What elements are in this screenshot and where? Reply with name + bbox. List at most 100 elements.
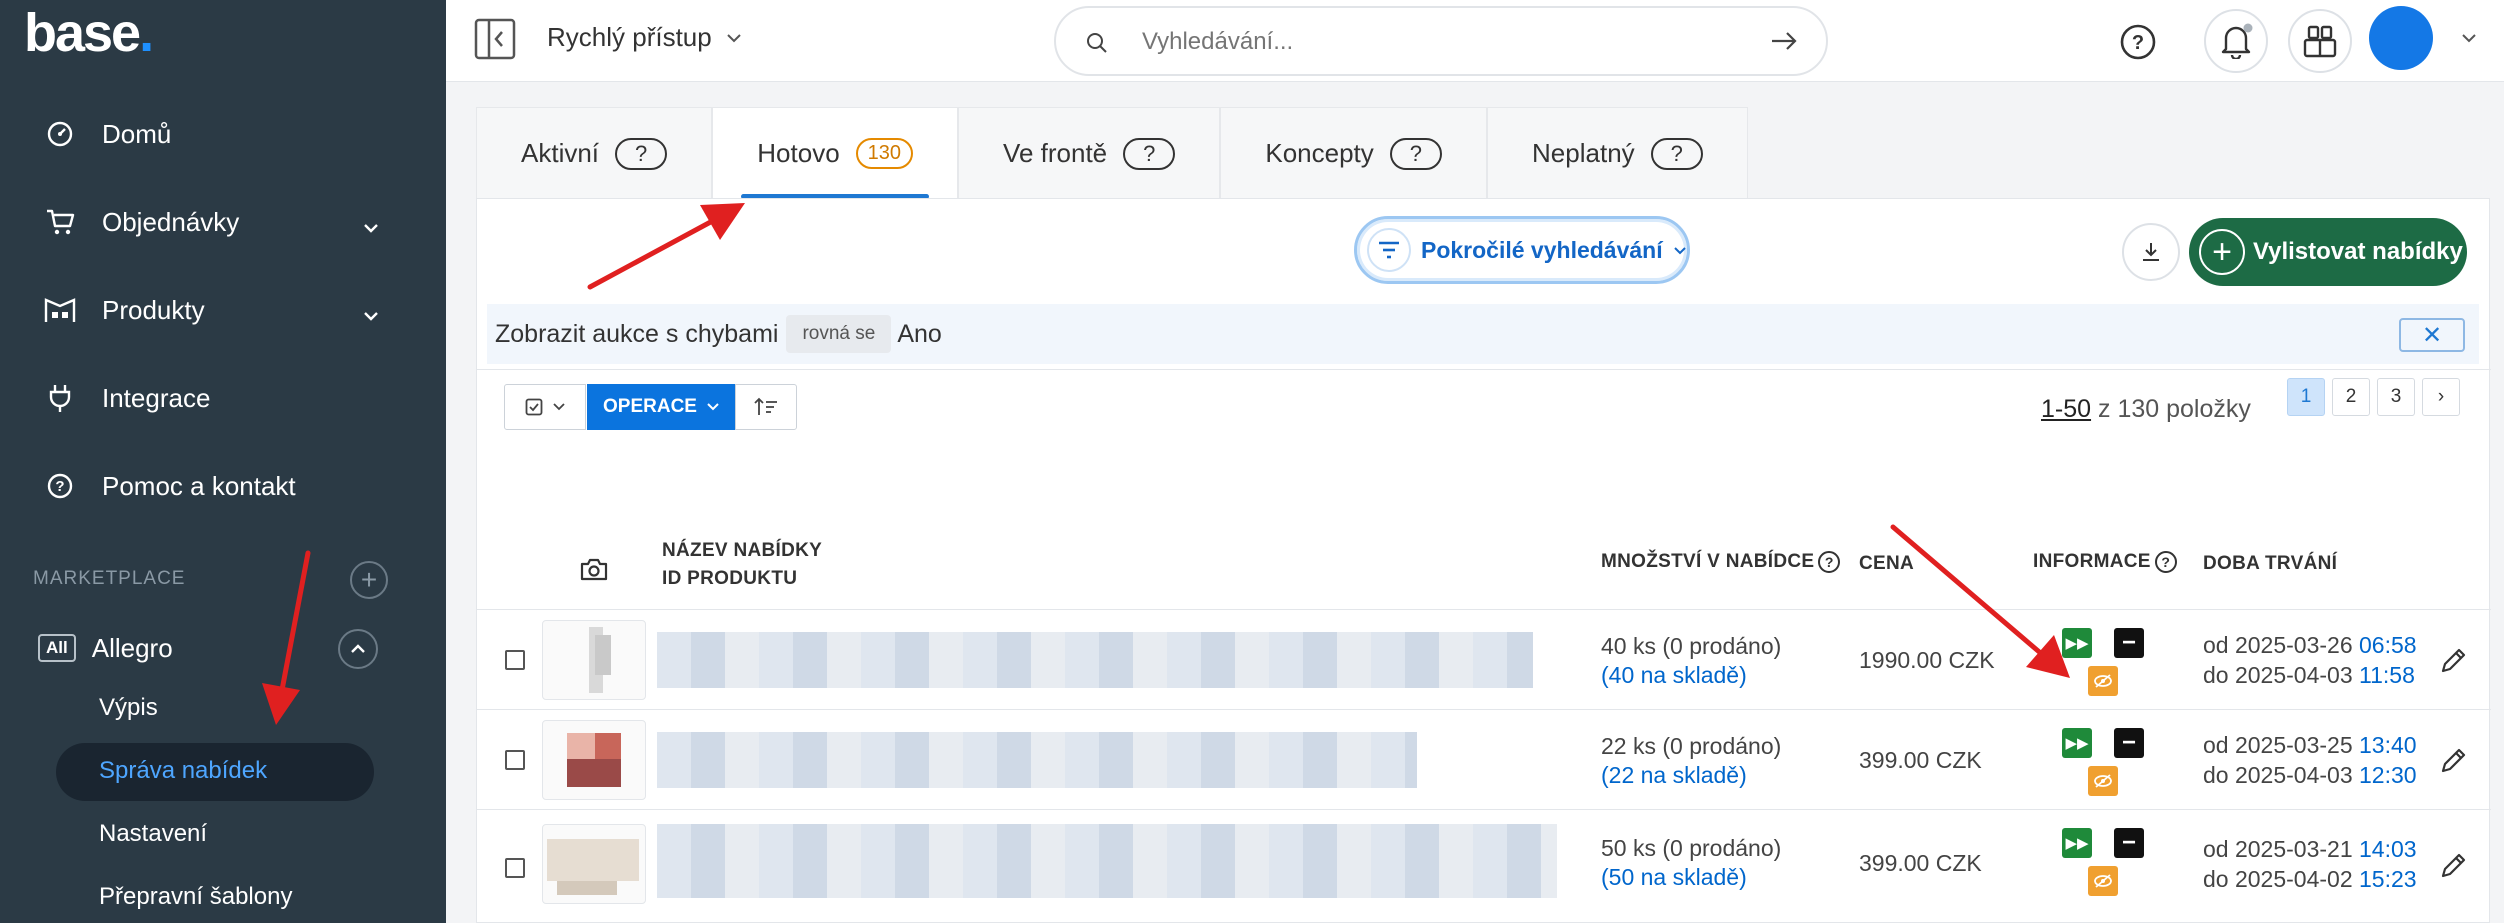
camera-icon: [580, 558, 608, 581]
search-input[interactable]: [1142, 24, 1702, 60]
tab-count-badge[interactable]: ?: [1123, 137, 1176, 170]
tab-label: Aktivní: [521, 138, 600, 168]
sidebar-item-settings[interactable]: Nastavení: [99, 820, 207, 848]
sidebar-item-listing[interactable]: Výpis: [99, 694, 158, 722]
remove-filter-button[interactable]: ✕: [2399, 318, 2465, 352]
minus-icon[interactable]: −: [2114, 728, 2144, 758]
quantity-cell: 22 ks (0 prodáno) (22 na skladě): [1601, 732, 1781, 790]
nav-item-home[interactable]: Domů: [40, 104, 380, 164]
quantity-text: 22 ks (0 prodáno): [1601, 733, 1782, 759]
status-tabs: Aktivní ? Hotovo 130 Ve frontě ? Koncept…: [476, 107, 1748, 199]
end-date: do 2025-04-03: [2203, 662, 2353, 688]
eye-off-icon[interactable]: [2088, 666, 2118, 696]
page-button-1[interactable]: 1: [2287, 378, 2325, 416]
add-marketplace-button[interactable]: +: [350, 561, 388, 599]
base-logo[interactable]: base.: [24, 2, 154, 64]
fast-forward-icon[interactable]: ▶▶: [2062, 728, 2092, 758]
fast-forward-icon[interactable]: ▶▶: [2062, 828, 2092, 858]
end-date: do 2025-04-03: [2203, 762, 2353, 788]
tab-done[interactable]: Hotovo 130: [712, 107, 959, 199]
warehouse-icon: [40, 290, 80, 330]
help-icon[interactable]: ?: [2154, 551, 2177, 573]
tab-count-badge[interactable]: ?: [1650, 137, 1703, 170]
user-avatar[interactable]: [2369, 6, 2433, 70]
toggle-sidebar-button[interactable]: [474, 18, 516, 60]
marketplace-section-label: MARKETPLACE: [33, 568, 186, 589]
tab-count-badge[interactable]: ?: [615, 137, 668, 170]
sidebar-item-shipping-templates[interactable]: Přepravní šablony: [99, 883, 292, 911]
table-row[interactable]: 40 ks (0 prodáno) (40 na skladě) 1990.00…: [477, 610, 2491, 710]
start-time: 13:40: [2359, 732, 2417, 758]
page-button-3[interactable]: 3: [2377, 378, 2415, 416]
help-icon[interactable]: ?: [1818, 551, 1841, 573]
product-thumbnail[interactable]: [542, 720, 646, 800]
fast-forward-icon[interactable]: ▶▶: [2062, 628, 2092, 658]
help-button[interactable]: ?: [2112, 16, 2164, 68]
eye-off-icon[interactable]: [2088, 766, 2118, 796]
header-qty-label: MNOŽSTVÍ V NABÍDCE: [1601, 551, 1815, 573]
modules-button[interactable]: [2288, 9, 2352, 73]
collapse-allegro-button[interactable]: [338, 629, 378, 669]
tab-drafts[interactable]: Koncepty ?: [1220, 107, 1488, 199]
row-checkbox[interactable]: [505, 650, 525, 670]
chevron-down-icon[interactable]: [362, 298, 380, 329]
duration-cell: od 2025-03-26 06:58 do 2025-04-03 11:58: [2203, 630, 2417, 690]
info-cell: ▶▶ −: [2062, 628, 2144, 698]
stock-link[interactable]: (22 na skladě): [1601, 761, 1781, 790]
quantity-cell: 50 ks (0 prodáno) (50 na skladě): [1601, 834, 1781, 892]
offer-name-redacted[interactable]: [657, 732, 1417, 788]
minus-icon[interactable]: −: [2114, 828, 2144, 858]
select-all-dropdown[interactable]: [504, 384, 586, 430]
minus-icon[interactable]: −: [2114, 628, 2144, 658]
notifications-button[interactable]: [2204, 9, 2268, 73]
sidebar-item-offer-management[interactable]: Správa nabídek: [99, 757, 267, 785]
download-button[interactable]: [2122, 223, 2180, 281]
column-header-info[interactable]: INFORMACE?: [2033, 551, 2177, 573]
sidebar: base. Domů Objednávky Produkty Integrace…: [0, 0, 446, 923]
tab-queue[interactable]: Ve frontě ?: [958, 107, 1221, 199]
next-page-button[interactable]: ›: [2422, 378, 2460, 416]
offer-name-redacted[interactable]: [657, 632, 1533, 688]
list-offers-button[interactable]: + Vylistovat nabídky: [2189, 218, 2467, 286]
eye-off-icon[interactable]: [2088, 866, 2118, 896]
quick-access-dropdown[interactable]: Rychlý přístup: [547, 22, 742, 53]
tab-active[interactable]: Aktivní ?: [476, 107, 713, 199]
column-header-price[interactable]: CENA: [1859, 553, 1914, 575]
row-checkbox[interactable]: [505, 750, 525, 770]
nav-item-integrations[interactable]: Integrace: [40, 368, 380, 428]
column-header-duration[interactable]: DOBA TRVÁNÍ: [2203, 553, 2337, 575]
filter-operator: rovná se: [786, 315, 892, 353]
nav-item-products[interactable]: Produkty: [40, 280, 380, 340]
stock-link[interactable]: (50 na skladě): [1601, 863, 1781, 892]
pagination-range[interactable]: 1-50: [2041, 395, 2091, 423]
allegro-account[interactable]: All Allegro: [38, 630, 173, 666]
svg-text:?: ?: [55, 478, 64, 495]
duration-cell: od 2025-03-25 13:40 do 2025-04-03 12:30: [2203, 730, 2417, 790]
column-header-name[interactable]: NÁZEV NABÍDKY ID PRODUKTU: [662, 537, 822, 593]
tab-count-badge[interactable]: ?: [1389, 137, 1443, 170]
checkbox-icon: [525, 398, 543, 416]
product-thumbnail[interactable]: [542, 824, 646, 904]
quantity-text: 50 ks (0 prodáno): [1601, 835, 1782, 861]
table-row[interactable]: 22 ks (0 prodáno) (22 na skladě) 399.00 …: [477, 710, 2491, 810]
chevron-down-icon[interactable]: [362, 210, 380, 241]
page-button-2[interactable]: 2: [2332, 378, 2370, 416]
edit-pencil-icon[interactable]: [2439, 850, 2469, 880]
advanced-search-button[interactable]: Pokročilé vyhledávání: [1354, 216, 1690, 284]
tab-invalid[interactable]: Neplatný ?: [1487, 107, 1748, 199]
tab-count-badge: 130: [855, 138, 914, 169]
row-checkbox[interactable]: [505, 858, 525, 878]
column-header-quantity[interactable]: MNOŽSTVÍ V NABÍDCE?: [1601, 551, 1841, 573]
nav-item-orders[interactable]: Objednávky: [40, 192, 380, 252]
operations-button[interactable]: OPERACE: [587, 384, 735, 430]
search-submit-arrow-icon[interactable]: [1770, 30, 1798, 57]
chevron-down-icon[interactable]: [2461, 33, 2477, 43]
stock-link[interactable]: (40 na skladě): [1601, 661, 1781, 690]
table-row[interactable]: 50 ks (0 prodáno) (50 na skladě) 399.00 …: [477, 810, 2491, 923]
product-thumbnail[interactable]: [542, 620, 646, 700]
edit-pencil-icon[interactable]: [2439, 645, 2469, 675]
nav-item-help[interactable]: ? Pomoc a kontakt: [40, 456, 380, 516]
edit-pencil-icon[interactable]: [2439, 745, 2469, 775]
sort-button[interactable]: [735, 384, 797, 430]
offer-name-redacted[interactable]: [657, 824, 1557, 898]
